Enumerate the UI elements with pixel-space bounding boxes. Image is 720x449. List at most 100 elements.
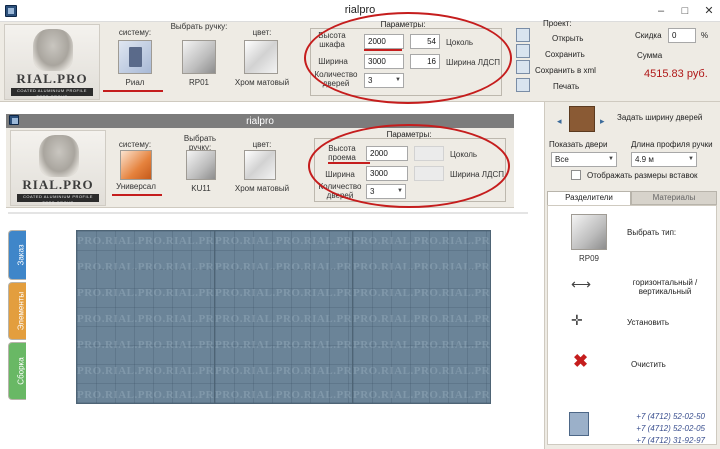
annotation-ellipse xyxy=(308,124,510,208)
tab-dividers[interactable]: Разделители xyxy=(547,191,631,205)
lion-logo-icon xyxy=(33,29,73,71)
logo-tagline: COATED ALUMINIUM PROFILE TOTS GROUP xyxy=(11,88,93,99)
right-panel: ◂ ▸ Задать ширину дверей Показать двери … xyxy=(544,102,720,449)
orientation-icon[interactable]: ⟷ xyxy=(571,276,591,293)
phone-number: +7 (4712) 52-02-50 xyxy=(636,412,705,421)
logo-brand: RIAL.PRO xyxy=(16,71,88,86)
install-button[interactable]: Установить xyxy=(627,318,669,327)
window-title: rialpro xyxy=(344,4,376,16)
save-xml-button[interactable]: Сохранить в xml xyxy=(535,66,596,75)
watermark-text: PRO.RIAL.PRO.RIAL.PRO.RIAL.PRO.RIAL xyxy=(215,389,352,401)
clear-icon[interactable]: ✖ xyxy=(573,351,588,372)
watermark-text: PRO.RIAL.PRO.RIAL.PRO.RIAL.PRO.RIAL xyxy=(215,339,352,351)
tab-materials[interactable]: Материалы xyxy=(631,191,717,205)
save-button[interactable]: Сохранить xyxy=(545,50,585,59)
discount-input[interactable]: 0 xyxy=(668,28,696,43)
logo-brand: RIAL.PRO xyxy=(22,177,94,192)
maximize-button[interactable]: □ xyxy=(674,0,696,22)
tab-order[interactable]: Заказ xyxy=(8,230,26,280)
watermark-text: PRO.RIAL.PRO.RIAL.PRO.RIAL.PRO.RIAL xyxy=(353,339,490,351)
watermark-text: PRO.RIAL.PRO.RIAL.PRO.RIAL.PRO.RIAL xyxy=(353,261,490,273)
show-door-select[interactable]: Все xyxy=(551,152,617,167)
door-width-icon[interactable] xyxy=(569,106,595,132)
color-label: цвет: xyxy=(252,28,272,37)
discount-unit: % xyxy=(701,31,709,40)
save-xml-icon[interactable] xyxy=(516,60,530,74)
annotation-ellipse xyxy=(304,12,512,104)
door-panel[interactable]: PRO.RIAL.PRO.RIAL.PRO.RIAL.PRO.RIAL PRO.… xyxy=(214,230,353,404)
handle-value: RP01 xyxy=(188,78,209,87)
clear-button[interactable]: Очистить xyxy=(631,360,666,369)
annotation-underline xyxy=(103,90,163,92)
watermark-text: PRO.RIAL.PRO.RIAL.PRO.RIAL.PRO.RIAL xyxy=(353,365,490,377)
show-sizes-checkbox[interactable] xyxy=(571,170,581,180)
inner-logo: RIAL.PRO COATED ALUMINIUM PROFILE TOTS G… xyxy=(10,130,106,206)
watermark-text: PRO.RIAL.PRO.RIAL.PRO.RIAL.PRO.RIAL xyxy=(353,287,490,299)
tab-assembly-label: Сборка xyxy=(16,357,26,385)
lion-logo-icon xyxy=(39,135,79,177)
color-thumb[interactable] xyxy=(244,40,278,74)
system-value: Риал xyxy=(125,78,145,87)
tab-elements[interactable]: Элементы xyxy=(8,282,26,340)
watermark-text: PRO.RIAL.PRO.RIAL.PRO.RIAL.PRO.RIAL xyxy=(215,365,352,377)
tab-order-label: Заказ xyxy=(16,244,26,266)
tab-elements-label: Элементы xyxy=(16,291,26,331)
logo-tagline: COATED ALUMINIUM PROFILE TOTS GROUP xyxy=(17,194,99,205)
phone-icon xyxy=(569,412,589,436)
sum-label: Сумма xyxy=(637,51,663,60)
orientation-toggle[interactable]: горизонтальный / вертикальный xyxy=(617,278,713,296)
project-label: Проект: xyxy=(543,19,572,28)
watermark-text: PRO.RIAL.PRO.RIAL.PRO.RIAL.PRO.RIAL xyxy=(77,261,214,273)
watermark-text: PRO.RIAL.PRO.RIAL.PRO.RIAL.PRO.RIAL xyxy=(77,313,214,325)
tab-assembly[interactable]: Сборка xyxy=(8,342,26,400)
annotation-underline xyxy=(112,194,162,196)
inner-handle-thumb[interactable] xyxy=(186,150,216,180)
save-icon[interactable] xyxy=(516,44,530,58)
open-icon[interactable] xyxy=(516,28,530,42)
system-thumb[interactable] xyxy=(118,40,152,74)
profile-length-select[interactable]: 4.9 м xyxy=(631,152,697,167)
arrow-left-icon: ◂ xyxy=(557,116,562,126)
sum-value: 4515.83 руб. xyxy=(644,68,708,80)
show-door-label: Показать двери xyxy=(549,140,608,149)
inner-color-label: цвет: xyxy=(252,140,272,149)
minimize-button[interactable]: – xyxy=(650,0,672,22)
watermark-text: PRO.RIAL.PRO.RIAL.PRO.RIAL.PRO.RIAL xyxy=(77,389,214,401)
inner-system-label: систему: xyxy=(118,140,152,149)
profile-icon xyxy=(129,47,142,67)
watermark-text: PRO.RIAL.PRO.RIAL.PRO.RIAL.PRO.RIAL xyxy=(77,339,214,351)
watermark-text: PRO.RIAL.PRO.RIAL.PRO.RIAL.PRO.RIAL xyxy=(215,313,352,325)
handle-thumb[interactable] xyxy=(182,40,216,74)
close-button[interactable]: ✕ xyxy=(698,0,720,22)
top-panel: RIAL.PRO COATED ALUMINIUM PROFILE TOTS G… xyxy=(0,12,720,104)
watermark-text: PRO.RIAL.PRO.RIAL.PRO.RIAL.PRO.RIAL xyxy=(215,261,352,273)
print-icon[interactable] xyxy=(516,78,530,92)
inner-system-thumb[interactable] xyxy=(120,150,152,180)
phone-number: +7 (4712) 31-92-97 xyxy=(636,436,705,445)
choose-type-label: Выбрать тип: xyxy=(627,228,677,237)
open-button[interactable]: Открыть xyxy=(552,34,583,43)
inner-top-panel: RIAL.PRO COATED ALUMINIUM PROFILE TOTS G… xyxy=(6,124,514,208)
divider-type-thumb[interactable] xyxy=(571,214,607,250)
watermark-text: PRO.RIAL.PRO.RIAL.PRO.RIAL.PRO.RIAL xyxy=(353,235,490,247)
inner-color-thumb[interactable] xyxy=(244,150,276,180)
inner-system-value: Универсал xyxy=(116,182,156,191)
print-button[interactable]: Печать xyxy=(553,82,579,91)
discount-label: Скидка xyxy=(635,31,662,40)
set-door-width-button[interactable]: Задать ширину дверей xyxy=(617,113,702,122)
watermark-text: PRO.RIAL.PRO.RIAL.PRO.RIAL.PRO.RIAL xyxy=(77,365,214,377)
inner-handle-value: KU11 xyxy=(191,184,211,193)
show-sizes-label: Отображать размеры вставок xyxy=(587,171,698,180)
handle-label: Выбрать ручку: xyxy=(170,22,228,31)
watermark-text: PRO.RIAL.PRO.RIAL.PRO.RIAL.PRO.RIAL xyxy=(77,235,214,247)
phone-number: +7 (4712) 52-02-05 xyxy=(636,424,705,433)
divider-type-value: RP09 xyxy=(578,254,599,263)
install-icon[interactable]: ✛ xyxy=(571,312,583,329)
logo: RIAL.PRO COATED ALUMINIUM PROFILE TOTS G… xyxy=(4,24,100,100)
door-panel[interactable]: PRO.RIAL.PRO.RIAL.PRO.RIAL.PRO.RIAL PRO.… xyxy=(352,230,491,404)
inner-color-value: Хром матовый xyxy=(234,184,290,193)
door-panel[interactable]: PRO.RIAL.PRO.RIAL.PRO.RIAL.PRO.RIAL PRO.… xyxy=(76,230,215,404)
watermark-text: PRO.RIAL.PRO.RIAL.PRO.RIAL.PRO.RIAL xyxy=(353,389,490,401)
watermark-text: PRO.RIAL.PRO.RIAL.PRO.RIAL.PRO.RIAL xyxy=(353,313,490,325)
system-label: систему: xyxy=(118,28,152,37)
